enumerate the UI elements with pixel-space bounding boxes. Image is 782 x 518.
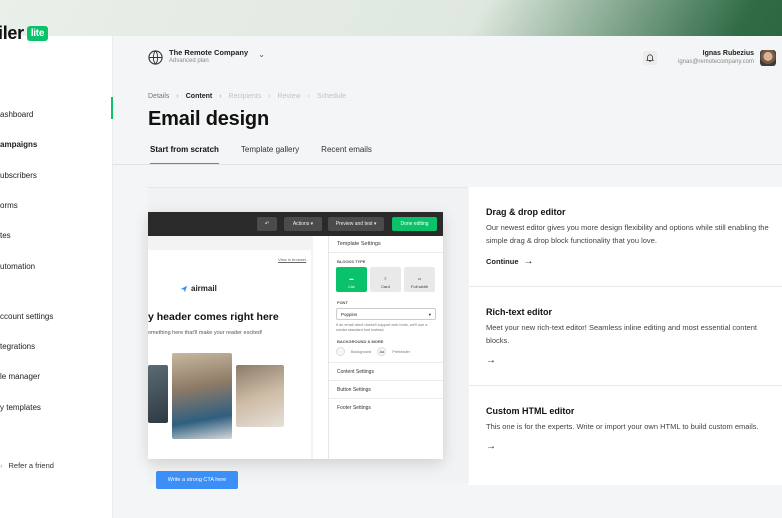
company-name: The Remote Company bbox=[169, 48, 249, 57]
template-settings-title: Template Settings bbox=[329, 236, 443, 253]
card-description: Meet your new rich-text editor! Seamless… bbox=[486, 323, 757, 345]
chevron-right-icon: › bbox=[268, 93, 271, 100]
paper-plane-icon bbox=[180, 285, 188, 292]
brand-logo[interactable]: iler lite bbox=[0, 23, 49, 44]
chevron-down-icon: ⌄ bbox=[258, 49, 265, 59]
block-type-full-width: ▭ Full width bbox=[404, 267, 435, 292]
sidebar-item-my-templates[interactable]: y templates bbox=[0, 403, 41, 412]
mockup-toolbar: ↶ Actions ▾ Preview and test ▾ Done edit… bbox=[148, 212, 443, 236]
mockup-actions-button: Actions ▾ bbox=[284, 217, 322, 231]
airmail-logo: airmail bbox=[180, 284, 217, 293]
breadcrumb-schedule: Schedule bbox=[316, 93, 347, 100]
font-label: FONT bbox=[337, 300, 348, 305]
sidebar bbox=[0, 36, 113, 518]
chevron-right-icon: › bbox=[176, 93, 179, 100]
email-preview: View in browser airmail y header comes r… bbox=[148, 250, 311, 489]
card-title: Custom HTML editor bbox=[486, 406, 575, 416]
template-settings-panel: Template Settings BLOCKS TYPE ▬ List ≡ Car… bbox=[328, 236, 443, 459]
account-switcher[interactable]: The Remote Company Advanced plan ⌄ bbox=[148, 48, 265, 66]
photo-image bbox=[148, 365, 168, 423]
sidebar-item-account-settings[interactable]: ccount settings bbox=[0, 312, 53, 321]
bell-icon bbox=[646, 54, 654, 62]
mockup-done-button: Done editing bbox=[392, 217, 437, 231]
card-title: Rich-text editor bbox=[486, 307, 553, 317]
notifications-button[interactable] bbox=[643, 51, 657, 65]
rich-text-editor-card[interactable]: Rich-text editor Meet your new rich-text… bbox=[469, 287, 782, 385]
sidebar-item-dashboard[interactable]: ashboard bbox=[0, 110, 33, 119]
preheader-swatch: Aa bbox=[377, 347, 387, 356]
sidebar-item-sites[interactable]: tes bbox=[0, 231, 11, 240]
continue-button[interactable]: → bbox=[486, 355, 765, 366]
sidebar-item-subscribers[interactable]: ubscribers bbox=[0, 171, 37, 180]
tab-start-from-scratch[interactable]: Start from scratch bbox=[150, 145, 219, 165]
arrow-right-icon: → bbox=[523, 255, 534, 267]
globe-icon bbox=[148, 49, 163, 65]
sidebar-item-automation[interactable]: utomation bbox=[0, 262, 35, 271]
sidebar-item-file-manager[interactable]: le manager bbox=[0, 372, 40, 381]
user-email: ignas@remotecompany.com bbox=[677, 59, 754, 65]
breadcrumb: Details › Content › Recipients › Review › Sc… bbox=[148, 93, 353, 100]
breadcrumb-review: Review bbox=[277, 93, 301, 100]
mockup-preview-button: Preview and test ▾ bbox=[328, 217, 384, 231]
photo-image bbox=[236, 365, 284, 427]
card-title: Drag & drop editor bbox=[486, 207, 566, 217]
tab-recent-emails[interactable]: Recent emails bbox=[321, 145, 372, 165]
footer-settings-section: Footer Settings bbox=[329, 398, 443, 416]
custom-html-editor-card[interactable]: Custom HTML editor This one is for the e… bbox=[469, 386, 782, 485]
user-menu[interactable]: Ignas Rubezius ignas@remotecompany.com bbox=[678, 49, 754, 66]
breadcrumb-recipients: Recipients bbox=[228, 93, 262, 100]
arrow-right-icon: → bbox=[486, 441, 496, 452]
email-cta-button: Write a strong CTA here bbox=[156, 471, 238, 489]
tab-divider bbox=[113, 164, 782, 165]
active-indicator bbox=[111, 97, 113, 119]
avatar[interactable] bbox=[760, 50, 776, 66]
plan-name: Advanced plan bbox=[169, 58, 209, 64]
refer-a-friend-link[interactable]: › Refer a friend bbox=[0, 461, 54, 470]
undo-icon: ↶ bbox=[257, 217, 277, 231]
page-title: Email design bbox=[148, 108, 269, 130]
breadcrumb-details[interactable]: Details bbox=[148, 93, 169, 100]
email-headline: y header comes right here bbox=[148, 311, 279, 323]
arrow-right-icon: → bbox=[486, 355, 496, 366]
drag-drop-editor-card[interactable]: Drag & drop editor Our newest editor giv… bbox=[469, 187, 782, 286]
block-type-card: ≡ Card bbox=[370, 267, 401, 292]
font-hint: If an email client doesn't support web f… bbox=[336, 323, 428, 332]
user-name: Ignas Rubezius bbox=[702, 50, 754, 57]
sidebar-item-forms[interactable]: orms bbox=[0, 201, 18, 210]
list-icon: ▬ bbox=[349, 276, 354, 281]
continue-button[interactable]: Continue → bbox=[486, 255, 765, 267]
tab-template-gallery[interactable]: Template gallery bbox=[241, 145, 299, 165]
button-settings-section: Button Settings bbox=[329, 380, 443, 398]
block-type-list: ▬ List bbox=[336, 267, 367, 292]
card-icon: ≡ bbox=[384, 276, 387, 281]
content-settings-section: Content Settings bbox=[329, 362, 443, 380]
background-label: BACKGROUND & MORE bbox=[337, 339, 384, 344]
chevron-down-icon: ▾ bbox=[428, 312, 431, 317]
editor-mockup: ↶ Actions ▾ Preview and test ▾ Done edit… bbox=[148, 212, 443, 489]
chevron-right-icon: › bbox=[219, 93, 222, 100]
sidebar-item-campaigns[interactable]: ampaigns bbox=[0, 140, 37, 149]
chevron-right-icon: › bbox=[307, 93, 310, 100]
background-swatch bbox=[336, 347, 345, 356]
card-description: Our newest editor gives you more design … bbox=[486, 223, 769, 245]
chevron-right-icon: › bbox=[0, 461, 3, 470]
blocks-type-label: BLOCKS TYPE bbox=[337, 259, 366, 264]
breadcrumb-content: Content bbox=[185, 93, 213, 100]
team-photo-image bbox=[172, 353, 232, 439]
card-description: This one is for the experts. Write or im… bbox=[486, 422, 759, 431]
sidebar-item-integrations[interactable]: tegrations bbox=[0, 342, 35, 351]
view-in-browser-link: View in browser bbox=[278, 257, 307, 262]
continue-button[interactable]: → bbox=[486, 441, 765, 452]
email-subline: omething here that'll make your reader e… bbox=[148, 330, 263, 336]
lite-badge: lite bbox=[26, 26, 49, 41]
mockup-canvas: View in browser airmail y header comes r… bbox=[148, 236, 313, 489]
full-width-icon: ▭ bbox=[417, 276, 422, 281]
font-select: Poppins ▾ bbox=[336, 308, 436, 320]
tab-bar: Start from scratch Template gallery Rece… bbox=[148, 145, 394, 165]
